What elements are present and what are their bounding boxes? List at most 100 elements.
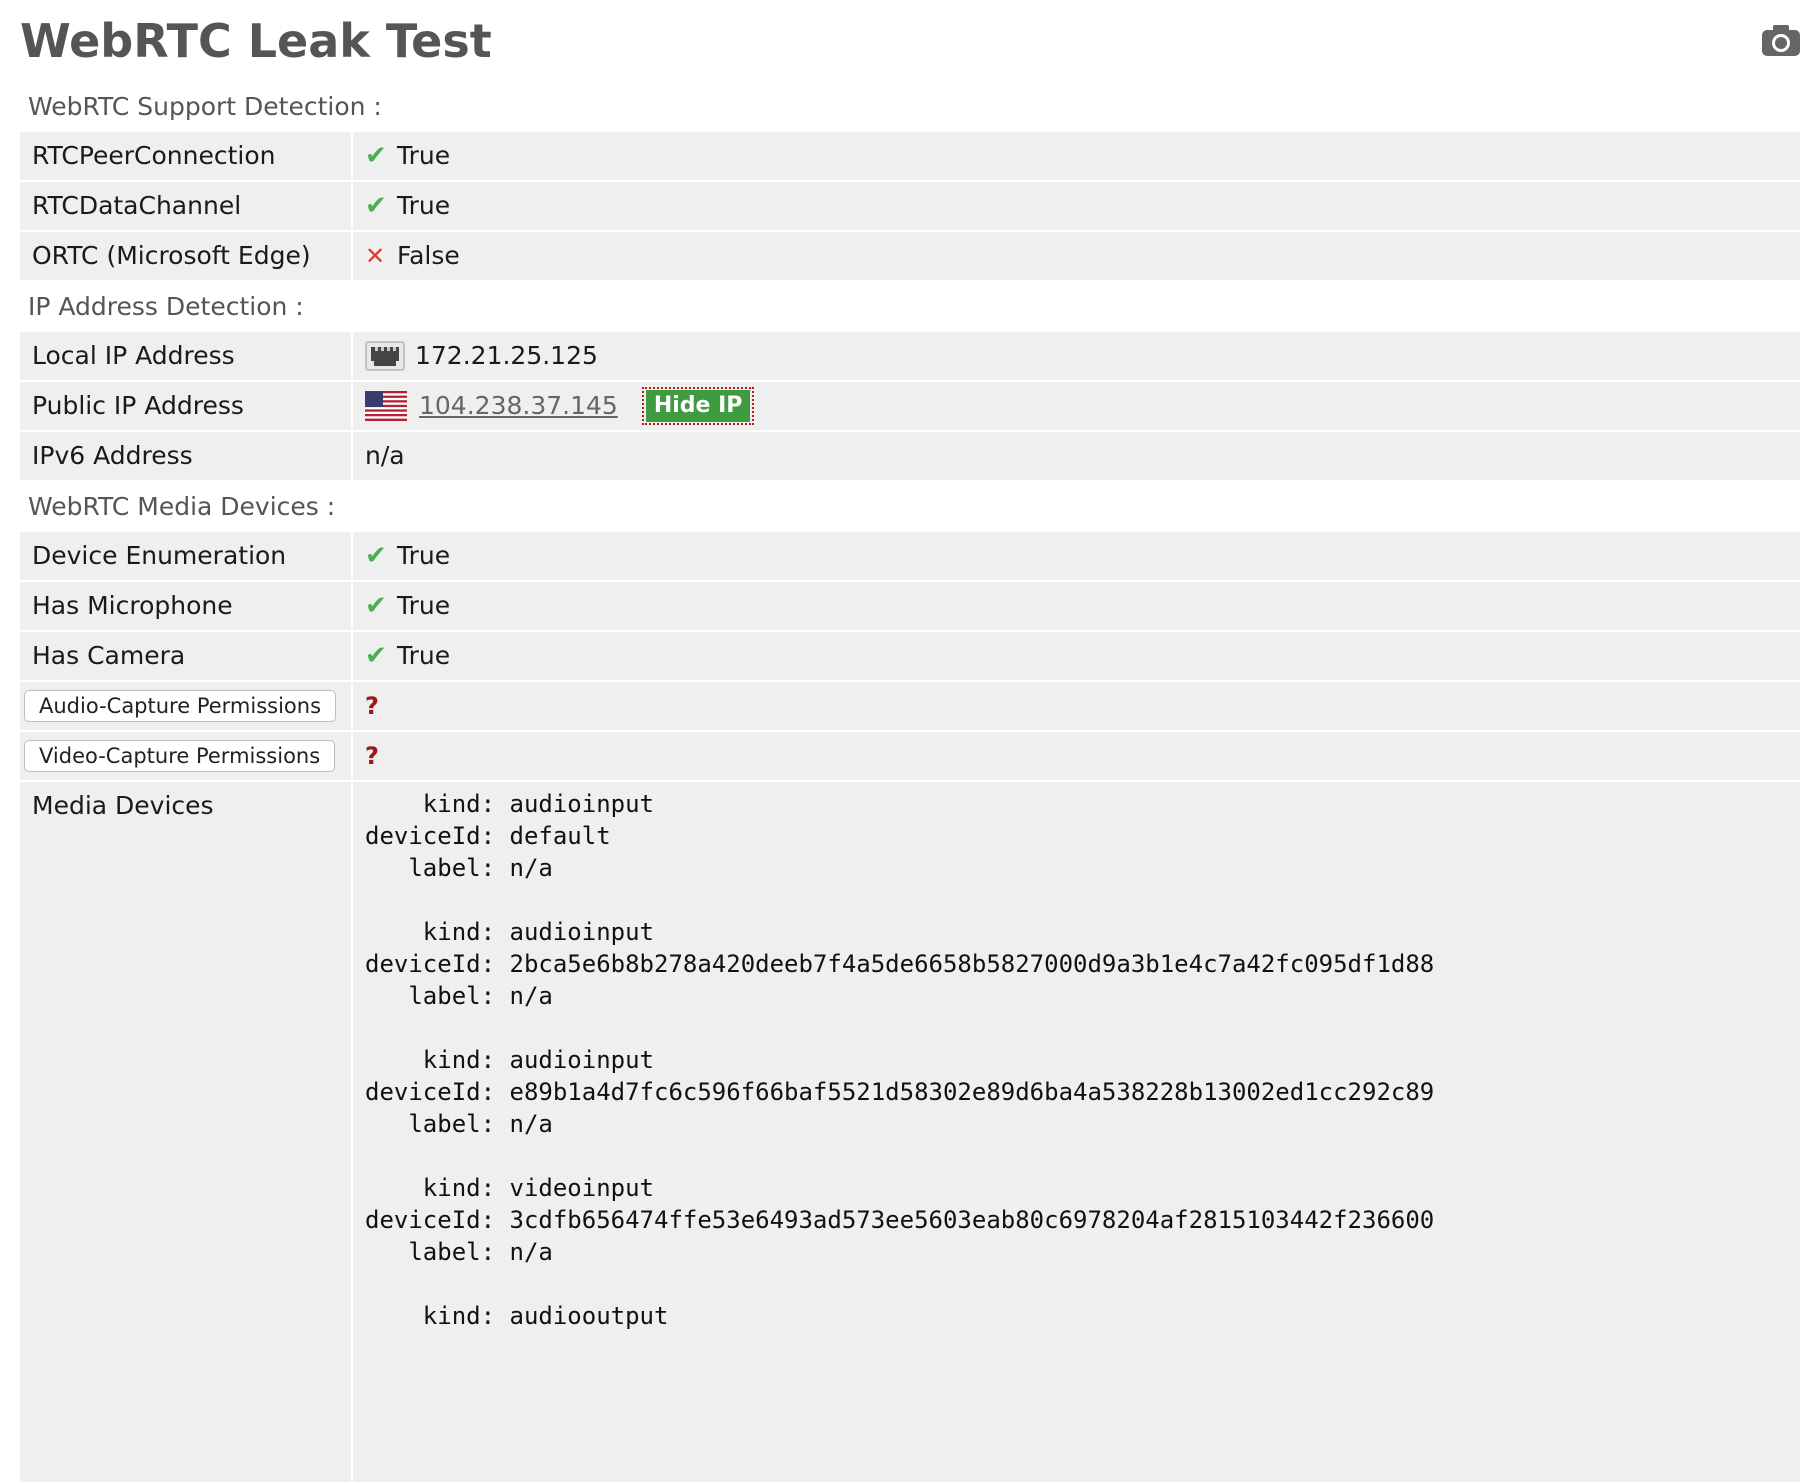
media-device-deviceid: deviceId: default — [365, 820, 1800, 852]
video-permissions-unknown: ? — [365, 742, 379, 770]
media-device-key: label: — [365, 1110, 510, 1138]
media-device-value: e89b1a4d7fc6c596f66baf5521d58302e89d6ba4… — [509, 1078, 1435, 1106]
media-device-entry: kind: videoinput deviceId: 3cdfb656474ffe… — [365, 1172, 1800, 1268]
media-devices-list: kind: audioinput deviceId: default label:… — [365, 788, 1800, 1332]
media-device-kind: kind: audioinput — [365, 788, 1800, 820]
hide-ip-button[interactable]: Hide IP — [645, 390, 751, 422]
media-device-key: kind: — [365, 790, 510, 818]
public-ip-link[interactable]: 104.238.37.145 — [419, 382, 618, 430]
audio-capture-permissions-button[interactable]: Audio-Capture Permissions — [24, 690, 337, 722]
media-device-deviceid: deviceId: e89b1a4d7fc6c596f66baf5521d583… — [365, 1076, 1800, 1108]
local-ip-row: Local IP Address 172.21.25.125 — [20, 332, 1800, 382]
media-device-entry: kind: audioinput deviceId: 2bca5e6b8b278a… — [365, 916, 1800, 1012]
ortc-value-cell: ✕ False — [353, 232, 1800, 280]
media-device-key: deviceId: — [365, 822, 510, 850]
audio-permissions-value-cell: ? — [353, 682, 1800, 730]
device-enumeration-row: Device Enumeration ✔ True — [20, 532, 1800, 582]
media-device-key: deviceId: — [365, 1078, 510, 1106]
section-media-heading: WebRTC Media Devices : — [28, 492, 336, 521]
media-devices-value-cell: kind: audioinput deviceId: default label:… — [353, 782, 1800, 1482]
media-device-entry: kind: audioinput deviceId: default label:… — [365, 788, 1800, 884]
has-microphone-label: Has Microphone — [20, 582, 353, 630]
media-device-value: 2bca5e6b8b278a420deeb7f4a5de6658b5827000… — [509, 950, 1435, 978]
media-device-value: n/a — [509, 1110, 553, 1138]
ipv6-row: IPv6 Address n/a — [20, 432, 1800, 482]
media-table: Device Enumeration ✔ True Has Microphone ✔ Tr… — [20, 532, 1800, 682]
has-microphone-row: Has Microphone ✔ True — [20, 582, 1800, 632]
media-device-kind: kind: audiooutput — [365, 1300, 1800, 1332]
media-devices-row: Media Devices kind: audioinput deviceId: … — [20, 782, 1800, 1484]
check-icon: ✔ — [365, 641, 387, 671]
public-ip-value-cell: 104.238.37.145 Hide IP — [353, 382, 1800, 430]
check-icon: ✔ — [365, 141, 387, 171]
camera-icon[interactable] — [1760, 22, 1802, 58]
media-device-value: audiooutput — [509, 1302, 669, 1330]
media-device-key: label: — [365, 1238, 510, 1266]
public-ip-row: Public IP Address 104.238.37.145 Hide IP — [20, 382, 1800, 432]
device-enumeration-label: Device Enumeration — [20, 532, 353, 580]
local-ip-label: Local IP Address — [20, 332, 353, 380]
media-device-key: kind: — [365, 1302, 510, 1330]
cross-icon: ✕ — [365, 242, 386, 270]
ortc-row: ORTC (Microsoft Edge) ✕ False — [20, 232, 1800, 282]
media-device-key: label: — [365, 982, 510, 1010]
check-icon: ✔ — [365, 541, 387, 571]
media-device-value: n/a — [509, 1238, 553, 1266]
has-camera-row: Has Camera ✔ True — [20, 632, 1800, 682]
media-device-key: deviceId: — [365, 950, 510, 978]
media-device-deviceid: deviceId: 2bca5e6b8b278a420deeb7f4a5de66… — [365, 948, 1800, 980]
rtcpeerconnection-row: RTCPeerConnection ✔ True — [20, 132, 1800, 182]
ipv6-value: n/a — [353, 432, 1800, 480]
has-camera-value-cell: ✔ True — [353, 632, 1800, 680]
ortc-label: ORTC (Microsoft Edge) — [20, 232, 353, 280]
has-microphone-value-cell: ✔ True — [353, 582, 1800, 630]
video-permissions-row: Video-Capture Permissions ? — [20, 732, 1800, 782]
media-device-value: n/a — [509, 854, 553, 882]
has-camera-value: True — [397, 641, 451, 670]
media-device-entry: kind: audioinput deviceId: e89b1a4d7fc6c5… — [365, 1044, 1800, 1140]
media-device-kind: kind: videoinput — [365, 1172, 1800, 1204]
media-device-kind: kind: audioinput — [365, 1044, 1800, 1076]
check-icon: ✔ — [365, 191, 387, 221]
check-icon: ✔ — [365, 591, 387, 621]
audio-permissions-cell: Audio-Capture Permissions — [20, 682, 353, 730]
media-devices-label: Media Devices — [20, 782, 353, 1482]
media-device-key: kind: — [365, 1046, 510, 1074]
rtcpeerconnection-label: RTCPeerConnection — [20, 132, 353, 180]
media-device-key: kind: — [365, 1174, 510, 1202]
page-title: WebRTC Leak Test — [20, 14, 492, 68]
media-device-label: label: n/a — [365, 1108, 1800, 1140]
network-card-icon — [365, 341, 405, 371]
media-device-value: audioinput — [509, 1046, 655, 1074]
rtcdatachannel-label: RTCDataChannel — [20, 182, 353, 230]
rtcdatachannel-value: True — [397, 191, 451, 220]
media-device-value: videoinput — [509, 1174, 655, 1202]
device-enumeration-value-cell: ✔ True — [353, 532, 1800, 580]
media-device-kind: kind: audioinput — [365, 916, 1800, 948]
media-device-label: label: n/a — [365, 1236, 1800, 1268]
support-table: RTCPeerConnection ✔ True RTCDataChannel ✔ Tru… — [20, 132, 1800, 282]
local-ip-value-cell: 172.21.25.125 — [353, 332, 1800, 380]
has-microphone-value: True — [397, 591, 451, 620]
media-device-value: audioinput — [509, 918, 655, 946]
rtcpeerconnection-value: True — [397, 141, 451, 170]
public-ip-label: Public IP Address — [20, 382, 353, 430]
device-enumeration-value: True — [397, 541, 451, 570]
media-device-entry: kind: audiooutput — [365, 1300, 1800, 1332]
rtcpeerconnection-value-cell: ✔ True — [353, 132, 1800, 180]
local-ip-value: 172.21.25.125 — [415, 341, 598, 370]
audio-permissions-unknown: ? — [365, 692, 379, 720]
section-ip-heading: IP Address Detection : — [28, 292, 304, 321]
us-flag-icon — [365, 391, 407, 421]
hide-ip-focus-ring: Hide IP — [641, 387, 755, 425]
video-capture-permissions-button[interactable]: Video-Capture Permissions — [24, 740, 336, 772]
media-device-value: n/a — [509, 982, 553, 1010]
rtcdatachannel-row: RTCDataChannel ✔ True — [20, 182, 1800, 232]
ortc-value: False — [397, 241, 460, 270]
media-device-value: audioinput — [509, 790, 655, 818]
media-device-value: default — [509, 822, 611, 850]
section-support-heading: WebRTC Support Detection : — [28, 92, 382, 121]
ipv6-label: IPv6 Address — [20, 432, 353, 480]
media-device-key: kind: — [365, 918, 510, 946]
media-device-value: 3cdfb656474ffe53e6493ad573ee5603eab80c69… — [509, 1206, 1435, 1234]
